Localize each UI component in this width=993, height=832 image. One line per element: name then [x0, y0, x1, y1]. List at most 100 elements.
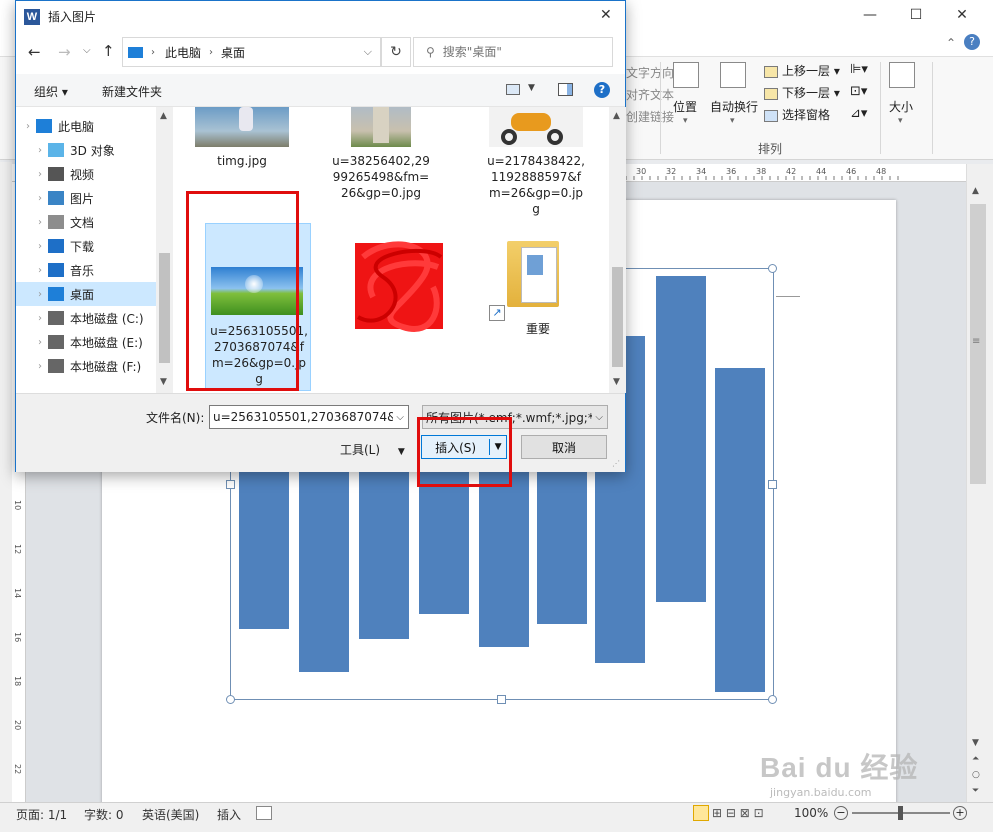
scroll-down-icon[interactable]: ▼ [160, 377, 167, 387]
size-button[interactable]: 大小 [889, 98, 913, 115]
expand-chevron-icon[interactable]: › [32, 361, 48, 372]
resize-handle[interactable] [768, 480, 777, 489]
file-thumbnail-pisa[interactable] [351, 107, 411, 147]
expand-chevron-icon[interactable]: › [32, 217, 48, 228]
macro-icon[interactable] [256, 806, 272, 820]
view-dropdown-icon[interactable]: ▼ [528, 83, 535, 93]
file-list-scrollbar[interactable]: ▲ ▼ [609, 107, 626, 393]
expand-chevron-icon[interactable]: › [20, 121, 36, 132]
expand-chevron-icon[interactable]: › [32, 145, 48, 156]
print-layout-icon[interactable] [693, 805, 709, 821]
status-language[interactable]: 英语(美国) [142, 806, 199, 823]
minimize-button[interactable]: — [847, 0, 893, 30]
resize-handle[interactable] [226, 695, 235, 704]
position-icon[interactable] [673, 62, 699, 88]
position-button[interactable]: 位置 [673, 98, 697, 115]
expand-chevron-icon[interactable]: › [32, 169, 48, 180]
file-label-timg[interactable]: timg.jpg [195, 153, 289, 169]
wrap-text-button[interactable]: 自动换行 [710, 98, 758, 115]
send-backward-button[interactable]: 下移一层 ▾ [764, 84, 840, 101]
chart-bar[interactable] [537, 470, 587, 624]
nav-item[interactable]: › 图片 [16, 186, 156, 210]
new-folder-button[interactable]: 新建文件夹 [102, 83, 162, 100]
nav-scrollbar[interactable]: ▲ ▼ [156, 107, 173, 393]
scrollbar-thumb[interactable] [159, 253, 170, 363]
collapse-ribbon-icon[interactable]: ⌃ [946, 36, 956, 50]
next-page-icon[interactable]: ⏷ [972, 786, 979, 796]
file-label-shortcut[interactable]: 重要 [491, 321, 585, 337]
align-icon[interactable]: ⊫▾ [850, 62, 868, 77]
expand-chevron-icon[interactable]: › [32, 241, 48, 252]
chart-bar[interactable] [299, 470, 349, 672]
scroll-up-icon[interactable]: ▲ [972, 186, 979, 196]
chart-bar[interactable] [715, 368, 765, 692]
rotate-icon[interactable]: ⊿▾ [850, 106, 867, 121]
status-insert-mode[interactable]: 插入 [217, 806, 241, 823]
view-mode-icons[interactable]: ⊞ ⊟ ⊠ ⊡ [712, 806, 764, 820]
chart-bar[interactable] [359, 470, 409, 639]
chevron-down-icon[interactable]: ▾ [898, 116, 903, 126]
chevron-down-icon[interactable]: ⌵ [595, 412, 603, 423]
align-text-label[interactable]: 对齐文本 [626, 86, 674, 103]
breadcrumb-root[interactable]: 此电脑 [165, 44, 201, 61]
nav-item[interactable]: › 视频 [16, 162, 156, 186]
nav-item[interactable]: › 此电脑 [16, 114, 156, 138]
resize-handle[interactable] [497, 695, 506, 704]
create-link-label[interactable]: 创建链接 [626, 108, 674, 125]
selection-pane-button[interactable]: 选择窗格 [764, 106, 830, 123]
preview-pane-icon[interactable] [558, 83, 573, 96]
resize-grip-icon[interactable]: ⋰ [612, 459, 620, 468]
dialog-close-icon[interactable]: ✕ [600, 7, 612, 23]
status-page[interactable]: 页面: 1/1 [16, 806, 67, 823]
expand-chevron-icon[interactable]: › [32, 265, 48, 276]
nav-item[interactable]: › 本地磁盘 (F:) [16, 354, 156, 378]
file-thumbnail-scribbled[interactable] [353, 237, 447, 337]
folder-icon[interactable] [503, 235, 563, 311]
chart-bar[interactable] [419, 470, 469, 614]
scroll-down-icon[interactable]: ▼ [613, 377, 620, 387]
cancel-button[interactable]: 取消 [521, 435, 607, 459]
expand-chevron-icon[interactable]: › [32, 193, 48, 204]
tools-button[interactable]: 工具(L) ▼ [340, 441, 405, 458]
nav-item[interactable]: › 本地磁盘 (C:) [16, 306, 156, 330]
file-thumbnail-scooter[interactable] [489, 107, 583, 147]
status-word-count[interactable]: 字数: 0 [84, 806, 124, 823]
file-label-pisa[interactable]: u=38256402,2999265498&fm=26&gp=0.jpg [331, 153, 431, 201]
scroll-down-icon[interactable]: ▼ [972, 738, 979, 748]
zoom-in-icon[interactable]: + [953, 806, 967, 820]
scrollbar-thumb[interactable] [612, 267, 623, 367]
nav-item[interactable]: › 3D 对象 [16, 138, 156, 162]
help-icon[interactable]: ? [964, 34, 980, 50]
group-icon[interactable]: ⊡▾ [850, 84, 867, 99]
zoom-out-icon[interactable]: − [834, 806, 848, 820]
expand-chevron-icon[interactable]: › [32, 313, 48, 324]
address-dropdown-icon[interactable]: ⌵ [364, 45, 372, 59]
filename-field[interactable]: u=2563105501,2703687074&fm=26&gp=0.jpg ⌵ [209, 405, 409, 429]
browse-object-icon[interactable]: ○ [972, 770, 980, 780]
help-icon[interactable]: ? [594, 82, 610, 98]
file-label-scooter[interactable]: u=2178438422,1192888597&fm=26&gp=0.jpg [486, 153, 586, 217]
chevron-down-icon[interactable]: ▾ [683, 116, 688, 126]
wrap-text-icon[interactable] [720, 62, 746, 88]
chevron-down-icon[interactable]: ⌵ [396, 412, 404, 423]
search-input[interactable] [442, 45, 593, 59]
forward-arrow-icon[interactable]: → [58, 43, 71, 61]
organize-button[interactable]: 组织 ▾ [34, 83, 68, 100]
bring-forward-button[interactable]: 上移一层 ▾ [764, 62, 840, 79]
expand-chevron-icon[interactable]: › [32, 289, 48, 300]
refresh-icon[interactable]: ↻ [381, 37, 411, 67]
chevron-down-icon[interactable]: ▾ [730, 116, 735, 126]
nav-item[interactable]: › 音乐 [16, 258, 156, 282]
back-arrow-icon[interactable]: ← [28, 43, 41, 61]
size-icon[interactable] [889, 62, 915, 88]
zoom-slider-thumb[interactable] [898, 806, 903, 820]
resize-handle[interactable] [226, 480, 235, 489]
previous-page-icon[interactable]: ⏶ [972, 754, 979, 764]
zoom-level[interactable]: 100% [794, 806, 828, 820]
nav-item[interactable]: › 本地磁盘 (E:) [16, 330, 156, 354]
nav-item[interactable]: › 文档 [16, 210, 156, 234]
search-box[interactable]: ⚲ [413, 37, 613, 67]
chart-bar[interactable] [239, 470, 289, 629]
address-bar[interactable]: › 此电脑 › 桌面 ⌵ [122, 37, 381, 67]
nav-item[interactable]: › 桌面 [16, 282, 156, 306]
